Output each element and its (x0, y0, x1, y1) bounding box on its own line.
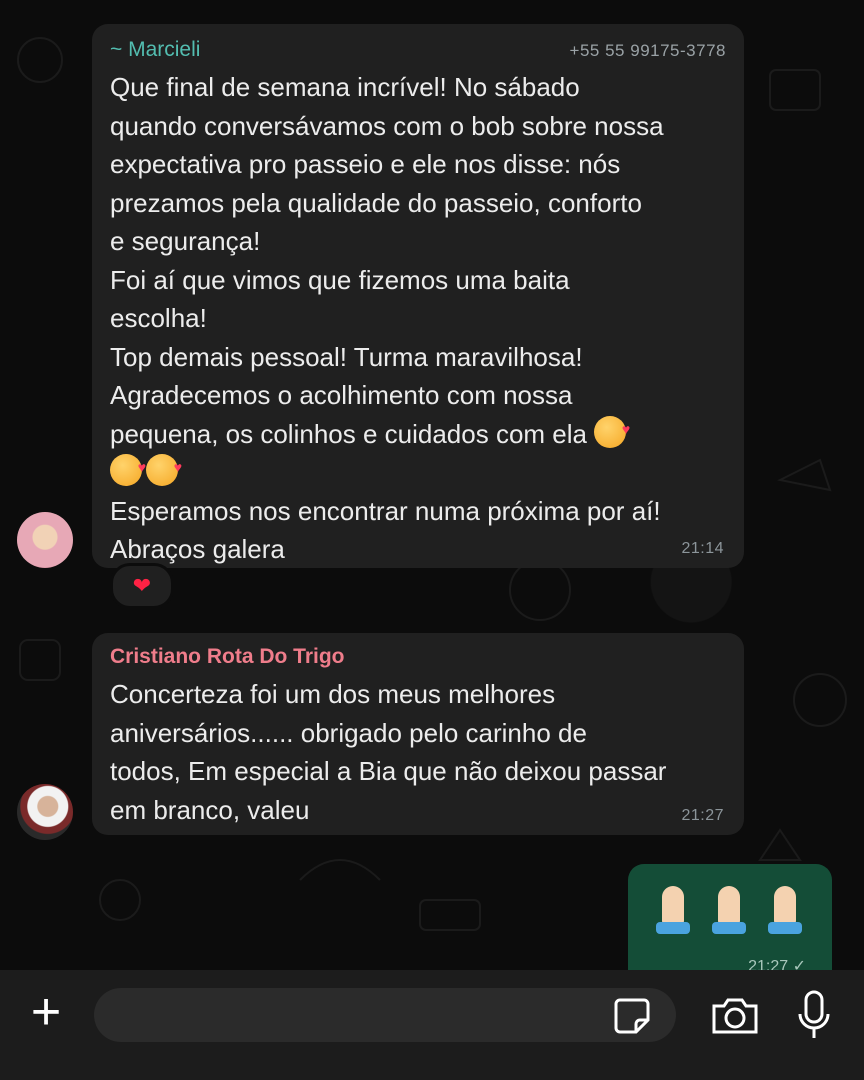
plus-icon[interactable]: + (24, 986, 68, 1038)
outgoing-message-bubble[interactable]: 21:27 ✓ (628, 864, 832, 984)
message-time: 21:27 (681, 807, 724, 824)
sender-phone: +55 55 99175-3778 (569, 41, 726, 60)
message-text-part: Que final de semana incrível! No sábado … (110, 72, 664, 449)
message-text: Que final de semana incrível! No sábado … (110, 68, 726, 569)
sender-name[interactable]: Cristiano Rota Do Trigo (110, 645, 345, 669)
mic-icon[interactable] (796, 990, 832, 1040)
folded-hands-emoji (760, 882, 810, 936)
smiling-face-hearts-emoji (594, 410, 630, 448)
folded-hands-emoji (648, 882, 698, 936)
message-time: 21:14 (681, 540, 724, 557)
camera-icon[interactable] (710, 994, 760, 1038)
message-text-part: Esperamos nos encontrar numa próxima por… (110, 495, 661, 565)
sender-avatar[interactable] (17, 784, 73, 840)
smiling-face-hearts-emoji (110, 448, 146, 487)
composer-bar: + (0, 970, 864, 1080)
smiling-face-hearts-emoji (146, 448, 182, 487)
sender-avatar[interactable] (17, 512, 73, 568)
incoming-message-bubble[interactable]: ~ Marcieli +55 55 99175-3778 Que final d… (92, 24, 744, 568)
message-input[interactable] (94, 988, 676, 1042)
sticker-icon[interactable] (612, 996, 652, 1036)
sender-name[interactable]: ~ Marcieli (110, 38, 200, 62)
folded-hands-emoji (704, 882, 754, 936)
message-text: Concerteza foi um dos meus melhores aniv… (110, 679, 667, 825)
incoming-message-bubble[interactable]: Cristiano Rota Do Trigo Concerteza foi u… (92, 633, 744, 835)
heart-reaction-icon[interactable]: ❤ (110, 563, 174, 609)
